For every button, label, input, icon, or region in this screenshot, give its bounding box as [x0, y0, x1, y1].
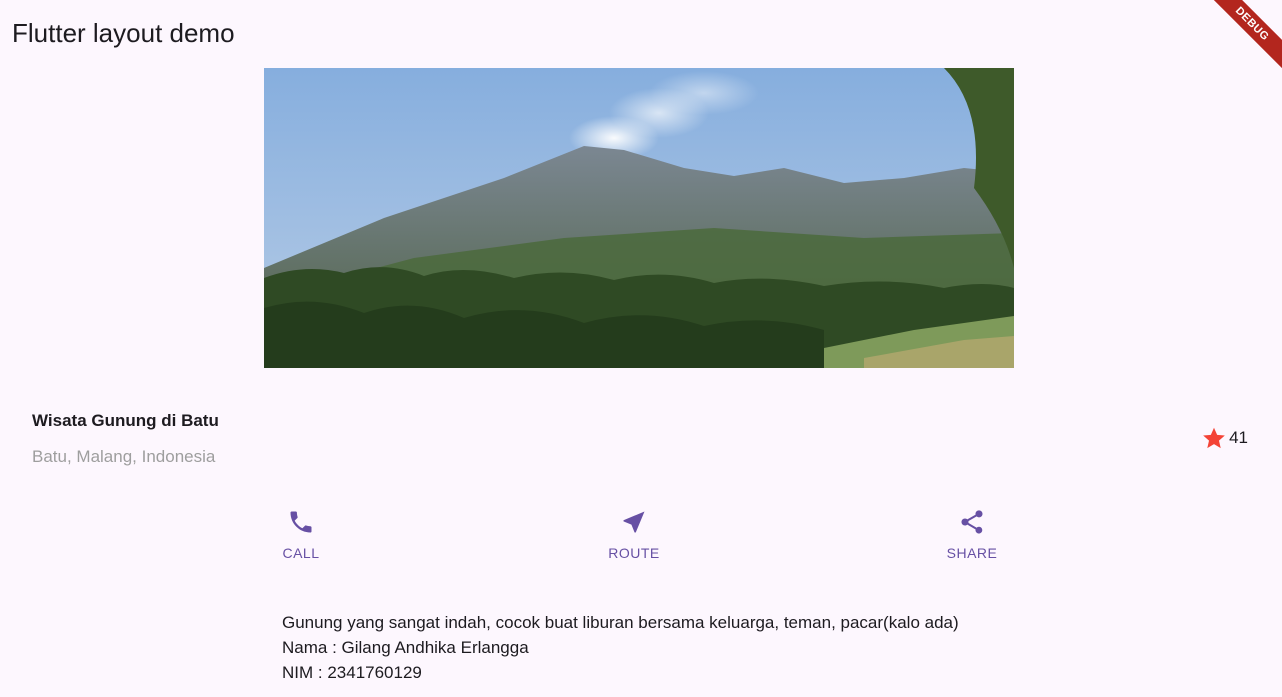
rating-count: 41: [1229, 428, 1248, 447]
place-name: Wisata Gunung di Batu: [32, 411, 219, 430]
title-section: Wisata Gunung di Batu Batu, Malang, Indo…: [32, 405, 1250, 475]
mountain-landscape-image: [264, 68, 1014, 368]
debug-banner: DEBUG: [1202, 0, 1282, 80]
share-icon: [961, 510, 983, 534]
navigation-icon: [623, 511, 645, 533]
route-button[interactable]: ROUTE: [604, 508, 664, 561]
app-title: Flutter layout demo: [12, 18, 235, 48]
phone-icon: [290, 511, 312, 533]
debug-label: DEBUG: [1202, 0, 1282, 74]
description-text: Gunung yang sangat indah, cocok buat lib…: [282, 613, 959, 632]
route-label: ROUTE: [608, 545, 660, 561]
rating[interactable]: 41: [1201, 425, 1248, 451]
star-icon[interactable]: [1201, 425, 1227, 451]
call-label: CALL: [282, 545, 320, 561]
student-nim: NIM : 2341760129: [282, 663, 422, 682]
description: Gunung yang sangat indah, cocok buat lib…: [282, 610, 1042, 685]
place-location: Batu, Malang, Indonesia: [32, 447, 216, 466]
hero-image: [264, 68, 1014, 368]
share-label: SHARE: [946, 545, 998, 561]
call-button[interactable]: CALL: [278, 508, 324, 561]
student-name: Nama : Gilang Andhika Erlangga: [282, 638, 529, 657]
share-button[interactable]: SHARE: [944, 508, 1000, 561]
